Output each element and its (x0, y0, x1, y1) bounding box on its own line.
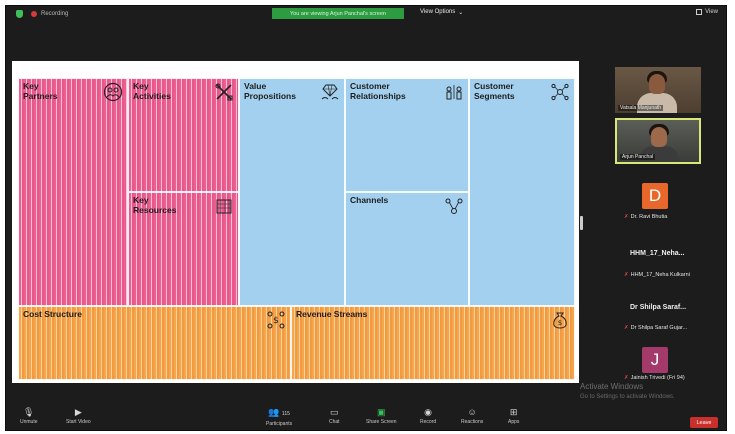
record-label: Record (420, 419, 437, 425)
money-bag-icon: $ (550, 310, 570, 330)
svg-text:$: $ (558, 319, 562, 327)
customer-segments-title: Customer Segments (474, 81, 515, 101)
participant-name-shilpa: ✗ Dr Shilpa Saraf Gujar... (624, 325, 688, 331)
value-propositions-block: Value Propositions (239, 78, 345, 306)
participants-icon: 👥 115 (268, 407, 290, 417)
revenue-streams-title: Revenue Streams (296, 309, 368, 319)
channels-title: Channels (350, 195, 389, 205)
participant-name: Arjun Panchal (620, 154, 656, 160)
leave-button[interactable]: Leave (690, 417, 718, 428)
participant-name-neha: ✗ HHM_17_Neha Kulkarni (624, 272, 690, 278)
customer-relationships-title: Customer Relationships (350, 81, 406, 101)
tools-icon (214, 82, 234, 102)
svg-text:$: $ (273, 316, 279, 326)
key-resources-title: Key Resources (133, 195, 177, 215)
view-label: View (705, 9, 718, 15)
money-flow-icon: $ (266, 310, 286, 330)
chevron-down-icon: ⌄ (458, 10, 464, 16)
revenue-streams-block: Revenue Streams $ (291, 306, 575, 380)
factory-icon (214, 196, 234, 216)
delivery-network-icon (444, 196, 464, 216)
activate-windows-subtext: Go to Settings to activate Windows. (580, 394, 675, 400)
panel-resize-handle[interactable] (580, 216, 583, 230)
value-propositions-title: Value Propositions (244, 81, 296, 101)
chat-button[interactable]: ▭ Chat (329, 407, 340, 425)
apps-label: Apps (508, 419, 520, 425)
chat-bubble-icon: ▭ (330, 407, 339, 417)
people-connect-icon (444, 82, 464, 102)
view-options-button[interactable]: View Options ⌄ (420, 9, 463, 16)
recording-label: Recording (41, 11, 69, 17)
smiley-plus-icon: ☺ (467, 407, 477, 417)
customer-segments-block: Customer Segments (469, 78, 575, 306)
view-button[interactable]: View (696, 9, 718, 15)
participant-video-vatsala[interactable]: Vatsala Manjunath (615, 67, 701, 113)
muted-mic-icon: ✗ (624, 325, 629, 331)
grid-view-icon (696, 9, 703, 15)
view-options-label: View Options (420, 9, 456, 15)
viewing-screen-banner: You are viewing Arjun Panchal's screen (272, 8, 404, 19)
unmute-label: Unmute (20, 419, 38, 425)
customer-relationships-block: Customer Relationships (345, 78, 469, 192)
muted-mic-icon: ✗ (624, 375, 629, 381)
apps-button[interactable]: ⊞ Apps (508, 407, 519, 425)
participant-title-neha: HHM_17_Neha... (630, 250, 685, 257)
participants-label: Participants (266, 421, 293, 427)
share-screen-button[interactable]: ▣ Share Screen (366, 407, 397, 425)
cost-structure-title: Cost Structure (23, 309, 83, 319)
record-button[interactable]: ◉ Record (420, 407, 436, 425)
muted-mic-icon: ✗ (624, 272, 629, 278)
participant-title-shilpa: Dr Shilpa Saraf... (630, 304, 687, 311)
recording-dot-icon (31, 11, 37, 17)
muted-mic-icon: ✗ (624, 214, 629, 220)
cost-structure-block: Cost Structure $ (18, 306, 291, 380)
security-shield-icon[interactable] (16, 10, 23, 18)
participant-avatar-d[interactable]: D (642, 183, 668, 209)
reactions-label: Reactions (461, 419, 484, 425)
network-people-icon (550, 82, 570, 102)
participant-avatar-j[interactable]: J (642, 347, 668, 373)
key-partners-title: Key Partners (23, 81, 58, 101)
start-video-button[interactable]: ▶ Start Video (66, 407, 91, 425)
handshake-icon (103, 82, 123, 102)
meeting-top-bar: Recording You are viewing Arjun Panchal'… (6, 6, 726, 24)
participant-video-arjun[interactable]: Arjun Panchal (615, 118, 701, 164)
participant-name: Vatsala Manjunath (618, 105, 664, 111)
key-activities-title: Key Activities (133, 81, 171, 101)
participant-name-jainish: ✗ Jainish Trivedi (Fri 94) (624, 375, 685, 381)
participants-button[interactable]: 👥 115 Participants (266, 407, 292, 427)
start-video-label: Start Video (66, 419, 91, 425)
share-screen-label: Share Screen (366, 419, 397, 425)
chat-label: Chat (329, 419, 340, 425)
muted-microphone-icon: 🎙 (23, 407, 35, 417)
share-screen-icon: ▣ (377, 407, 386, 417)
video-off-icon: ▶ (74, 407, 82, 417)
reactions-button[interactable]: ☺ Reactions (461, 407, 483, 425)
participant-face (651, 127, 667, 147)
channels-block: Channels (345, 192, 469, 306)
participant-name-ravi: ✗ Dr. Ravi Bhutia (624, 214, 668, 220)
zoom-meeting-window: Recording You are viewing Arjun Panchal'… (5, 5, 727, 431)
activate-windows-watermark: Activate Windows (580, 382, 644, 391)
key-resources-block: Key Resources (128, 192, 239, 306)
unmute-button[interactable]: 🎙 Unmute (20, 407, 38, 425)
meeting-toolbar: 🎙 Unmute ▶ Start Video 👥 115 Participant… (6, 404, 726, 430)
shared-screen: Key Partners Key Activities Key Resource… (12, 61, 579, 383)
recording-indicator: Recording (16, 10, 68, 18)
diamond-hands-icon (320, 82, 340, 102)
apps-grid-icon: ⊞ (509, 407, 518, 417)
key-partners-block: Key Partners (18, 78, 128, 306)
record-icon: ◉ (424, 407, 432, 417)
key-activities-block: Key Activities (128, 78, 239, 192)
participant-face (649, 74, 665, 94)
